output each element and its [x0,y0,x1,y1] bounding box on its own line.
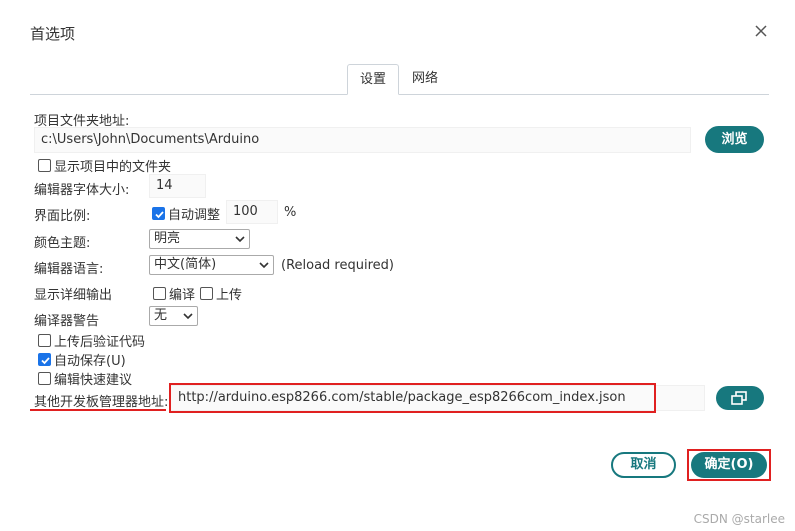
verbose-compile-option[interactable]: 编译 [153,284,195,303]
language-value: 中文(简体) [154,257,217,272]
scale-unit: % [284,205,297,220]
quick-suggestions-label: 编辑快速建议 [54,373,133,388]
dialog-title: 首选项 [30,25,76,43]
auto-scale-checkbox[interactable] [152,207,165,220]
auto-save-option[interactable]: 自动保存(U) [38,350,126,369]
verify-after-upload-option[interactable]: 上传后验证代码 [38,331,145,350]
verify-after-upload-checkbox[interactable] [38,334,51,347]
language-select[interactable]: 中文(简体) [149,255,274,275]
browse-button[interactable]: 浏览 [705,126,764,153]
board-urls-label: 其他开发板管理器地址: [34,395,169,410]
reload-note: (Reload required) [281,258,394,273]
verify-after-upload-label: 上传后验证代码 [54,335,146,350]
warnings-value: 无 [154,308,168,323]
show-files-label: 显示项目中的文件夹 [54,160,172,175]
auto-scale-option[interactable]: 自动调整 [152,204,220,223]
watermark: CSDN @starlee [693,512,785,526]
highlight-box-ok [687,449,771,481]
quick-suggestions-option[interactable]: 编辑快速建议 [38,369,132,388]
verbose-upload-option[interactable]: 上传 [200,284,242,303]
warnings-select[interactable]: 无 [149,306,198,326]
chevron-down-icon [183,313,193,320]
close-icon[interactable] [750,20,772,42]
tab-settings[interactable]: 设置 [347,64,400,95]
show-files-option[interactable]: 显示项目中的文件夹 [38,156,171,175]
theme-value: 明亮 [154,231,181,246]
auto-scale-label: 自动调整 [168,208,221,223]
highlight-box-urls [169,383,656,413]
quick-suggestions-checkbox[interactable] [38,372,51,385]
scale-input[interactable]: 100 [226,200,278,224]
font-size-input[interactable]: 14 [149,174,206,198]
highlight-underline [30,409,166,411]
theme-label: 颜色主题: [34,236,91,251]
cancel-button[interactable]: 取消 [611,452,676,478]
window-restore-icon [731,391,747,405]
sketchbook-path-input[interactable]: c:\Users\John\Documents\Arduino [34,127,691,153]
chevron-down-icon [259,262,269,269]
theme-select[interactable]: 明亮 [149,229,250,249]
auto-save-label: 自动保存(U) [54,354,126,369]
auto-save-checkbox[interactable] [38,353,51,366]
edit-urls-button[interactable] [716,386,764,410]
verbose-upload-checkbox[interactable] [200,287,213,300]
language-label: 编辑器语言: [34,262,104,277]
tab-network[interactable]: 网络 [400,64,450,95]
verbose-compile-checkbox[interactable] [153,287,166,300]
show-files-checkbox[interactable] [38,159,51,172]
verbose-compile-label: 编译 [169,288,196,303]
font-size-label: 编辑器字体大小: [34,183,130,198]
scale-label: 界面比例: [34,209,91,224]
warnings-label: 编译器警告 [34,314,100,329]
verbose-upload-label: 上传 [216,288,243,303]
chevron-down-icon [235,236,245,243]
verbose-label: 显示详细输出 [34,288,113,303]
